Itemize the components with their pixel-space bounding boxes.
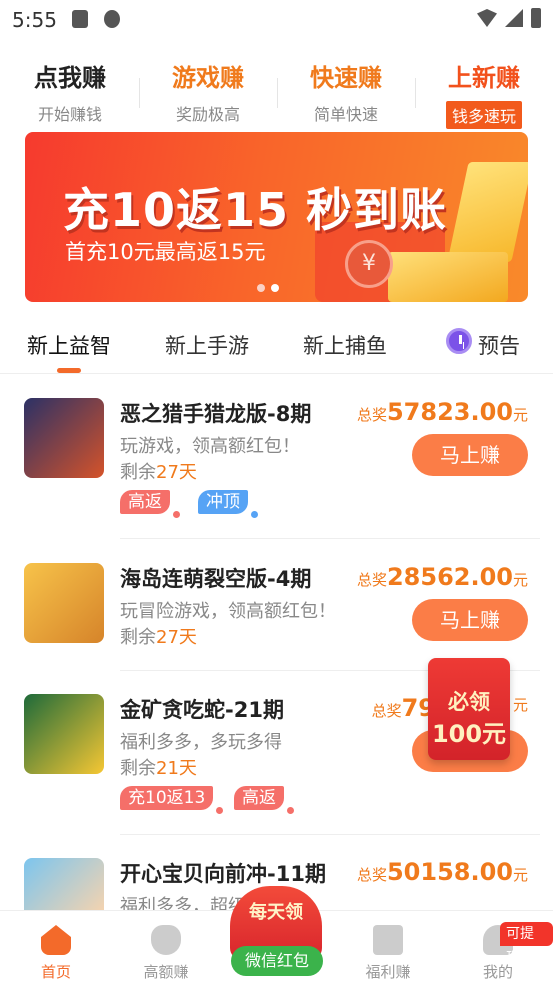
game-icon-baby — [24, 858, 104, 910]
wifi-icon — [477, 9, 497, 27]
status-bar: 5:55 — [0, 0, 553, 40]
prize-amount: 57823.00 — [386, 398, 513, 426]
prize-prefix: 总奖 — [356, 571, 387, 589]
game-name: 开心宝贝向前冲-11期 — [120, 862, 326, 886]
prize-amount: 50158.00 — [386, 858, 513, 886]
game-desc: 福利多多，多玩多得 — [120, 732, 282, 753]
status-time: 5:55 — [12, 8, 57, 32]
remaining-prefix: 剩余 — [120, 462, 156, 483]
tag-high-return: 高返 — [234, 786, 294, 814]
money-bag-icon — [151, 925, 181, 955]
notification-a-icon — [72, 10, 88, 28]
carousel-dot-active — [271, 284, 279, 292]
divider — [277, 78, 278, 108]
daily-red-packet-label: 每天领 — [249, 902, 303, 923]
game-icon-mascot — [24, 694, 104, 774]
topnav-item-click-earn[interactable]: 点我赚 开始赚钱 — [10, 58, 130, 125]
topnav-subtitle-badge: 钱多速玩 — [445, 101, 522, 129]
bottom-tab-label: 高额赚 — [143, 963, 189, 981]
remaining-value: 27天 — [156, 627, 197, 648]
carousel-dot — [257, 284, 265, 292]
floating-red-envelope[interactable]: 必领 100元 — [428, 658, 510, 760]
divider — [139, 78, 140, 108]
tag-high-return: 高返 — [120, 490, 180, 518]
topnav-subtitle: 开始赚钱 — [37, 105, 102, 124]
category-tabs: 新上益智 新上手游 新上捕鱼 预告 — [0, 318, 553, 374]
earn-now-button[interactable]: 马上赚 — [412, 599, 528, 641]
alarm-clock-icon — [446, 328, 472, 354]
game-desc: 玩冒险游戏，领高额红包！ — [120, 601, 336, 622]
banner-subline: 首充10元最高返15元 — [65, 240, 266, 264]
bottom-tab-welfare[interactable]: 福利赚 — [348, 925, 428, 982]
prize-amount: 28562.00 — [386, 563, 513, 591]
tab-new-mobile-games[interactable]: 新上手游 — [165, 330, 249, 360]
row-divider — [120, 834, 540, 835]
promo-banner[interactable]: ¥ 充10返15 秒到账 首充10元最高返15元 — [25, 132, 528, 302]
tag-recharge-return: 充10返13 — [120, 786, 224, 814]
topnav-subtitle: 奖励极高 — [175, 105, 240, 124]
total-prize: 总奖57823.00元 — [357, 398, 528, 426]
topnav-title: 上新赚 — [448, 64, 520, 92]
gold-bar-graphic — [388, 252, 508, 302]
tab-new-fishing[interactable]: 新上捕鱼 — [303, 330, 387, 360]
banner-headline: 充10返15 秒到账 — [63, 183, 448, 237]
prize-unit: 元 — [512, 406, 528, 424]
remaining-prefix: 剩余 — [120, 758, 156, 779]
total-prize: 总奖28562.00元 — [357, 563, 528, 591]
game-remaining: 剩余21天 — [120, 754, 197, 780]
gold-bar-graphic — [447, 162, 528, 262]
bottom-tab-label: 首页 — [40, 963, 71, 981]
shield-icon — [104, 10, 120, 28]
earn-now-button[interactable]: 马上赚 — [412, 434, 528, 476]
prize-prefix: 总奖 — [371, 702, 402, 720]
game-icon-crossbow — [24, 563, 104, 643]
prize-unit: 元 — [512, 866, 528, 884]
topnav-title: 点我赚 — [34, 64, 106, 92]
remaining-value: 27天 — [156, 462, 197, 483]
prize-prefix: 总奖 — [356, 866, 387, 884]
topnav-item-game-earn[interactable]: 游戏赚 奖励极高 — [148, 58, 268, 125]
topnav-subtitle: 简单快速 — [313, 105, 378, 124]
home-icon — [41, 925, 71, 955]
topnav-title: 快速赚 — [310, 64, 382, 92]
game-remaining: 剩余27天 — [120, 623, 197, 649]
gift-icon — [373, 925, 403, 955]
prize-prefix: 总奖 — [356, 406, 387, 424]
bottom-tab-high-earn[interactable]: 高额赚 — [126, 925, 206, 982]
prize-unit: 元 — [512, 571, 528, 589]
float-line2: 100元 — [431, 720, 507, 748]
coin-icon: ¥ — [345, 240, 393, 288]
total-prize: 总奖50158.00元 — [357, 858, 528, 886]
remaining-value: 21天 — [156, 758, 197, 779]
topnav-item-new-earn[interactable]: 上新赚 钱多速玩 — [424, 58, 544, 129]
status-icons — [477, 8, 541, 28]
active-tab-indicator — [57, 368, 81, 373]
tab-preview[interactable]: 预告 — [478, 330, 520, 360]
bottom-tab-label: 我的 — [482, 963, 513, 981]
game-remaining: 剩余27天 — [120, 458, 197, 484]
float-line1: 必领 — [448, 690, 490, 714]
game-name: 金矿贪吃蛇-21期 — [120, 698, 284, 722]
game-name: 恶之猎手猎龙版-8期 — [120, 402, 312, 426]
battery-icon — [531, 8, 541, 28]
total-prize: 总奖79 — [372, 694, 435, 722]
row-divider — [120, 538, 540, 539]
topnav-title: 游戏赚 — [172, 64, 244, 92]
remaining-prefix: 剩余 — [120, 627, 156, 648]
game-desc: 玩游戏，领高额红包！ — [120, 436, 300, 457]
tag-top: 冲顶 — [198, 490, 258, 518]
topnav-item-fast-earn[interactable]: 快速赚 简单快速 — [286, 58, 406, 125]
prize-unit-visible: 元 — [513, 694, 528, 715]
bottom-tab-label: 福利赚 — [365, 963, 411, 981]
divider — [415, 78, 416, 108]
withdraw-badge: 可提现 — [500, 922, 553, 966]
tab-new-puzzle[interactable]: 新上益智 — [27, 330, 111, 360]
bottom-tab-home[interactable]: 首页 — [16, 925, 96, 982]
carousel-dots — [257, 284, 279, 292]
signal-icon — [505, 9, 523, 27]
game-icon-dragon — [24, 398, 104, 478]
prize-unit: 元 — [512, 696, 528, 714]
wechat-red-packet-button[interactable]: 微信红包 — [231, 946, 323, 976]
game-name: 海岛连萌裂空版-4期 — [120, 567, 312, 591]
